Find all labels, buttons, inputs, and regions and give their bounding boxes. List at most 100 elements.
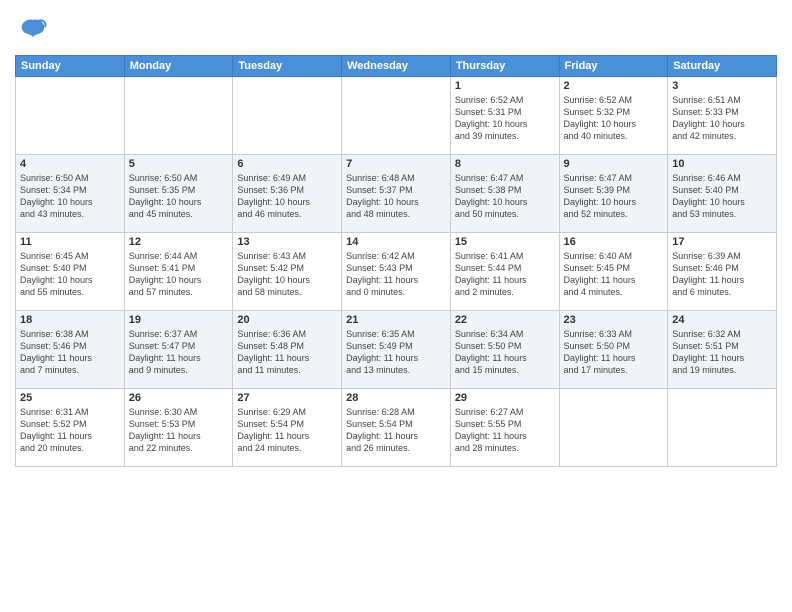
weekday-header-thursday: Thursday — [450, 55, 559, 76]
day-number: 8 — [455, 158, 555, 170]
day-info: Sunrise: 6:38 AM Sunset: 5:46 PM Dayligh… — [20, 328, 120, 377]
day-info: Sunrise: 6:30 AM Sunset: 5:53 PM Dayligh… — [129, 406, 229, 455]
calendar-week-2: 4 Sunrise: 6:50 AM Sunset: 5:34 PM Daylig… — [16, 154, 777, 232]
calendar-cell: 10 Sunrise: 6:46 AM Sunset: 5:40 PM Dayli… — [668, 154, 777, 232]
day-number: 9 — [564, 158, 664, 170]
day-number: 25 — [20, 392, 120, 404]
calendar-cell: 8 Sunrise: 6:47 AM Sunset: 5:38 PM Daylig… — [450, 154, 559, 232]
calendar-cell: 15 Sunrise: 6:41 AM Sunset: 5:44 PM Dayli… — [450, 232, 559, 310]
day-number: 2 — [564, 80, 664, 92]
calendar-cell: 24 Sunrise: 6:32 AM Sunset: 5:51 PM Dayli… — [668, 310, 777, 388]
calendar-cell — [124, 76, 233, 154]
day-info: Sunrise: 6:41 AM Sunset: 5:44 PM Dayligh… — [455, 250, 555, 299]
day-number: 5 — [129, 158, 229, 170]
day-number: 16 — [564, 236, 664, 248]
calendar-cell: 9 Sunrise: 6:47 AM Sunset: 5:39 PM Daylig… — [559, 154, 668, 232]
day-info: Sunrise: 6:44 AM Sunset: 5:41 PM Dayligh… — [129, 250, 229, 299]
day-number: 15 — [455, 236, 555, 248]
calendar-cell: 7 Sunrise: 6:48 AM Sunset: 5:37 PM Daylig… — [342, 154, 451, 232]
day-info: Sunrise: 6:48 AM Sunset: 5:37 PM Dayligh… — [346, 172, 446, 221]
calendar-cell — [342, 76, 451, 154]
weekday-header-monday: Monday — [124, 55, 233, 76]
day-info: Sunrise: 6:40 AM Sunset: 5:45 PM Dayligh… — [564, 250, 664, 299]
day-info: Sunrise: 6:36 AM Sunset: 5:48 PM Dayligh… — [237, 328, 337, 377]
weekday-header-saturday: Saturday — [668, 55, 777, 76]
day-number: 4 — [20, 158, 120, 170]
day-info: Sunrise: 6:43 AM Sunset: 5:42 PM Dayligh… — [237, 250, 337, 299]
calendar-cell: 14 Sunrise: 6:42 AM Sunset: 5:43 PM Dayli… — [342, 232, 451, 310]
calendar-week-5: 25 Sunrise: 6:31 AM Sunset: 5:52 PM Dayli… — [16, 388, 777, 466]
calendar-cell: 4 Sunrise: 6:50 AM Sunset: 5:34 PM Daylig… — [16, 154, 125, 232]
day-number: 23 — [564, 314, 664, 326]
header — [15, 10, 777, 50]
calendar-table: SundayMondayTuesdayWednesdayThursdayFrid… — [15, 55, 777, 467]
page-container: SundayMondayTuesdayWednesdayThursdayFrid… — [0, 0, 792, 472]
calendar-cell: 22 Sunrise: 6:34 AM Sunset: 5:50 PM Dayli… — [450, 310, 559, 388]
calendar-cell: 26 Sunrise: 6:30 AM Sunset: 5:53 PM Dayli… — [124, 388, 233, 466]
calendar-cell: 6Sunrise: 6:49 AM Sunset: 5:36 PM Daylig… — [233, 154, 342, 232]
weekday-header-tuesday: Tuesday — [233, 55, 342, 76]
day-number: 21 — [346, 314, 446, 326]
day-number: 1 — [455, 80, 555, 92]
weekday-header-wednesday: Wednesday — [342, 55, 451, 76]
calendar-cell: 12 Sunrise: 6:44 AM Sunset: 5:41 PM Dayli… — [124, 232, 233, 310]
day-number: 28 — [346, 392, 446, 404]
day-info: Sunrise: 6:42 AM Sunset: 5:43 PM Dayligh… — [346, 250, 446, 299]
day-number: 29 — [455, 392, 555, 404]
weekday-header-row: SundayMondayTuesdayWednesdayThursdayFrid… — [16, 55, 777, 76]
day-info: Sunrise: 6:47 AM Sunset: 5:38 PM Dayligh… — [455, 172, 555, 221]
day-number: 26 — [129, 392, 229, 404]
day-number: 22 — [455, 314, 555, 326]
day-number: 14 — [346, 236, 446, 248]
calendar-cell: 18 Sunrise: 6:38 AM Sunset: 5:46 PM Dayli… — [16, 310, 125, 388]
day-info: Sunrise: 6:29 AM Sunset: 5:54 PM Dayligh… — [237, 406, 337, 455]
logo-bird-icon — [18, 15, 48, 45]
day-number: 17 — [672, 236, 772, 248]
day-info: Sunrise: 6:52 AM Sunset: 5:32 PM Dayligh… — [564, 94, 664, 143]
weekday-header-friday: Friday — [559, 55, 668, 76]
day-info: Sunrise: 6:31 AM Sunset: 5:52 PM Dayligh… — [20, 406, 120, 455]
calendar-cell — [668, 388, 777, 466]
day-info: Sunrise: 6:37 AM Sunset: 5:47 PM Dayligh… — [129, 328, 229, 377]
calendar-cell: 29Sunrise: 6:27 AM Sunset: 5:55 PM Dayli… — [450, 388, 559, 466]
day-number: 18 — [20, 314, 120, 326]
day-number: 24 — [672, 314, 772, 326]
day-info: Sunrise: 6:51 AM Sunset: 5:33 PM Dayligh… — [672, 94, 772, 143]
day-number: 6 — [237, 158, 337, 170]
calendar-cell — [233, 76, 342, 154]
day-number: 19 — [129, 314, 229, 326]
calendar-cell: 19 Sunrise: 6:37 AM Sunset: 5:47 PM Dayli… — [124, 310, 233, 388]
day-number: 13 — [237, 236, 337, 248]
day-number: 11 — [20, 236, 120, 248]
weekday-header-sunday: Sunday — [16, 55, 125, 76]
day-info: Sunrise: 6:45 AM Sunset: 5:40 PM Dayligh… — [20, 250, 120, 299]
day-info: Sunrise: 6:35 AM Sunset: 5:49 PM Dayligh… — [346, 328, 446, 377]
day-number: 12 — [129, 236, 229, 248]
day-number: 7 — [346, 158, 446, 170]
day-number: 27 — [237, 392, 337, 404]
calendar-cell — [559, 388, 668, 466]
day-info: Sunrise: 6:34 AM Sunset: 5:50 PM Dayligh… — [455, 328, 555, 377]
calendar-cell: 27 Sunrise: 6:29 AM Sunset: 5:54 PM Dayli… — [233, 388, 342, 466]
calendar-cell: 2 Sunrise: 6:52 AM Sunset: 5:32 PM Daylig… — [559, 76, 668, 154]
day-number: 10 — [672, 158, 772, 170]
calendar-cell: 13 Sunrise: 6:43 AM Sunset: 5:42 PM Dayli… — [233, 232, 342, 310]
day-info: Sunrise: 6:32 AM Sunset: 5:51 PM Dayligh… — [672, 328, 772, 377]
day-info: Sunrise: 6:50 AM Sunset: 5:34 PM Dayligh… — [20, 172, 120, 221]
day-info: Sunrise: 6:50 AM Sunset: 5:35 PM Dayligh… — [129, 172, 229, 221]
day-info: Sunrise: 6:28 AM Sunset: 5:54 PM Dayligh… — [346, 406, 446, 455]
day-number: 20 — [237, 314, 337, 326]
calendar-cell — [16, 76, 125, 154]
calendar-week-4: 18 Sunrise: 6:38 AM Sunset: 5:46 PM Dayli… — [16, 310, 777, 388]
calendar-week-1: 1Sunrise: 6:52 AM Sunset: 5:31 PM Daylig… — [16, 76, 777, 154]
calendar-cell: 21 Sunrise: 6:35 AM Sunset: 5:49 PM Dayli… — [342, 310, 451, 388]
calendar-cell: 17Sunrise: 6:39 AM Sunset: 5:46 PM Dayli… — [668, 232, 777, 310]
calendar-cell: 25 Sunrise: 6:31 AM Sunset: 5:52 PM Dayli… — [16, 388, 125, 466]
day-info: Sunrise: 6:47 AM Sunset: 5:39 PM Dayligh… — [564, 172, 664, 221]
logo-text — [15, 15, 48, 50]
calendar-cell: 20 Sunrise: 6:36 AM Sunset: 5:48 PM Dayli… — [233, 310, 342, 388]
day-info: Sunrise: 6:33 AM Sunset: 5:50 PM Dayligh… — [564, 328, 664, 377]
calendar-cell: 1Sunrise: 6:52 AM Sunset: 5:31 PM Daylig… — [450, 76, 559, 154]
day-info: Sunrise: 6:46 AM Sunset: 5:40 PM Dayligh… — [672, 172, 772, 221]
day-number: 3 — [672, 80, 772, 92]
